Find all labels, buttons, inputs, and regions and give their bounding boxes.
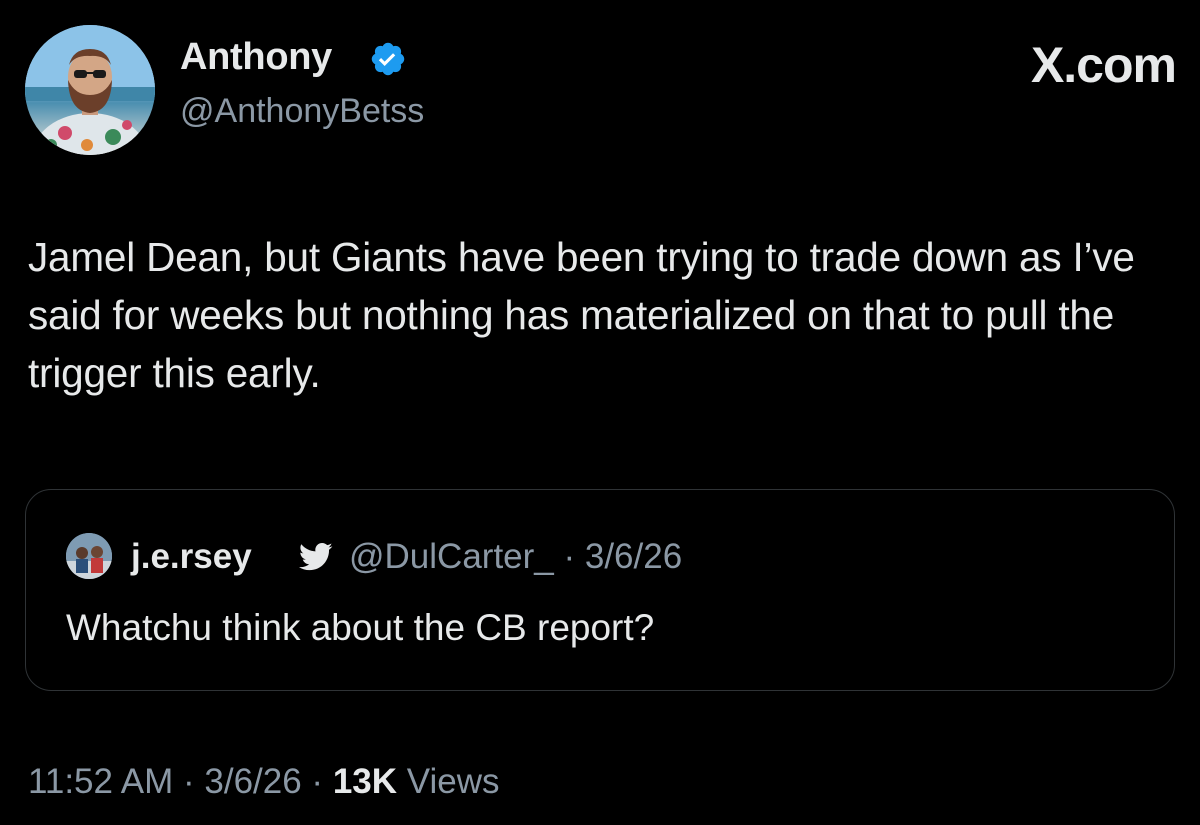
twitter-bird-icon bbox=[299, 542, 333, 571]
author-name[interactable]: Anthony bbox=[180, 36, 332, 79]
quoted-author-avatar[interactable] bbox=[66, 533, 112, 579]
tweet-timestamp[interactable]: 11:52 AM · 3/6/26 · bbox=[28, 762, 333, 801]
quoted-author-name[interactable]: j.e.rsey bbox=[131, 537, 252, 577]
views-count: 13K bbox=[332, 762, 398, 801]
avatar-photo bbox=[25, 25, 155, 155]
views-label: Views bbox=[397, 762, 500, 801]
brand-label: X.com bbox=[1030, 37, 1177, 93]
tweet-footer: 11:52 AM · 3/6/26 · 13K Views bbox=[28, 762, 500, 802]
tweet-text: Jamel Dean, but Giants have been trying … bbox=[28, 234, 1135, 396]
quoted-tweet-text: Whatchu think about the CB report? bbox=[66, 607, 655, 648]
quoted-avatar-photo bbox=[66, 533, 112, 579]
quoted-tweet-card[interactable]: j.e.rsey @DulCarter_ · 3/6/26 Whatchu th… bbox=[25, 489, 1175, 691]
author-avatar[interactable] bbox=[25, 25, 155, 155]
author-handle[interactable]: @AnthonyBetss bbox=[180, 92, 424, 131]
verified-badge-icon bbox=[371, 42, 405, 76]
quoted-handle-date[interactable]: @DulCarter_ · 3/6/26 bbox=[349, 537, 682, 577]
